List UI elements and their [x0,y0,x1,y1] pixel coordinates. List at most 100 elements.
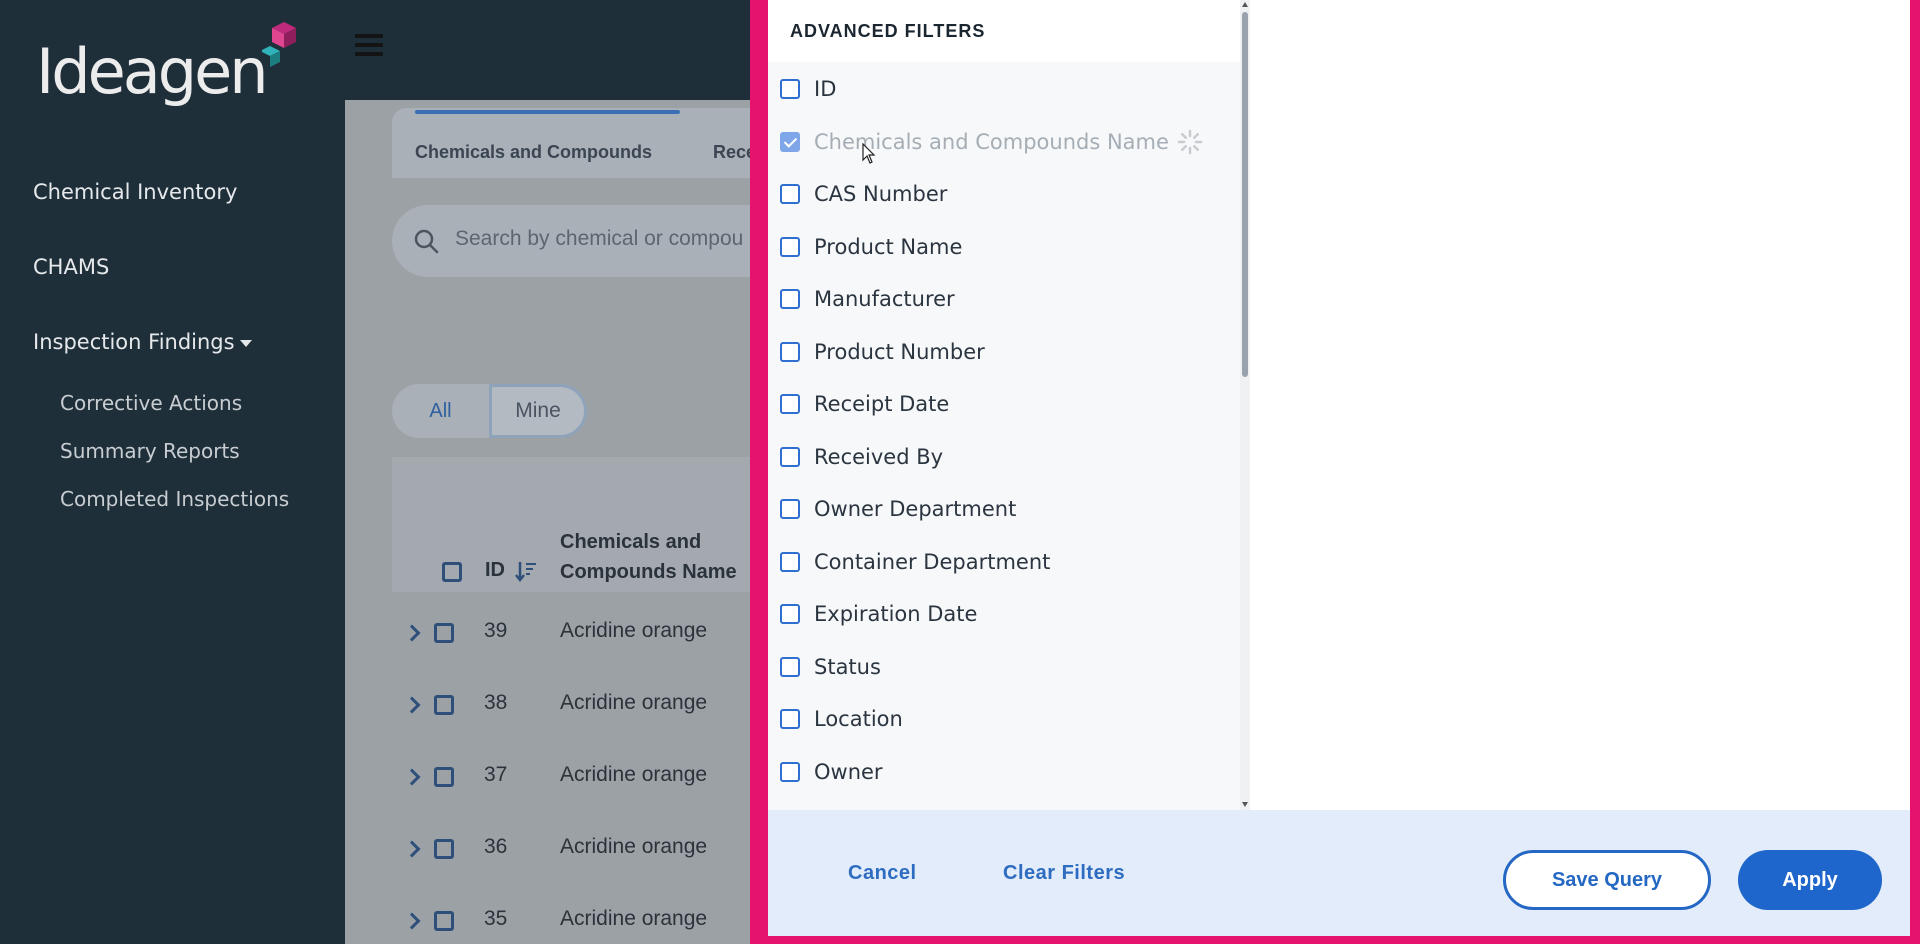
active-tab-indicator [415,110,680,114]
row-checkbox[interactable] [434,767,454,787]
select-all-checkbox[interactable] [442,562,462,582]
row-name: Acridine orange [560,907,708,930]
cancel-button[interactable]: Cancel [848,862,917,885]
filter-option-status[interactable]: Status [780,647,881,687]
filter-checkbox-checked[interactable] [780,132,800,152]
filter-option-product-number[interactable]: Product Number [780,332,985,372]
filter-label: Owner [814,760,883,784]
row-id: 35 [484,907,508,930]
filter-label: ID [814,77,837,101]
filter-option-received-by[interactable]: Received By [780,437,943,477]
scroll-up-arrow-icon[interactable] [1242,2,1248,7]
row-checkbox[interactable] [434,911,454,931]
filter-checkbox[interactable] [780,79,800,99]
column-header-id[interactable]: ID [485,559,537,582]
filter-option-owner[interactable]: Owner [780,752,883,792]
clear-filters-button[interactable]: Clear Filters [1003,862,1125,885]
sidebar-subitem-summary-reports[interactable]: Summary Reports [60,439,240,463]
filter-label: Location [814,707,903,731]
filter-option-cas-number[interactable]: CAS Number [780,174,947,214]
filter-label: Product Name [814,235,963,259]
filter-label: Status [814,655,881,679]
filter-checkbox[interactable] [780,289,800,309]
loading-spinner-icon [1177,129,1203,155]
tab-strip: Chemicals and Compounds Recei [392,108,755,178]
main-content-overlay: Chemicals and Compounds Recei Search by … [345,100,755,944]
sidebar: Ideagen Chemical Inventory CHAMS Inspect… [0,0,345,944]
filter-checkbox[interactable] [780,237,800,257]
filter-checkbox[interactable] [780,604,800,624]
table-row[interactable]: 37 Acridine orange [392,749,755,821]
table-header: ID Chemicals and Compounds Name [392,457,755,592]
sidebar-item-chams[interactable]: CHAMS [33,255,109,279]
row-name: Acridine orange [560,691,708,714]
scroll-down-arrow-icon[interactable] [1242,802,1248,807]
filter-checkbox[interactable] [780,499,800,519]
filter-checkbox[interactable] [780,447,800,467]
filter-label: Owner Department [814,497,1017,521]
save-query-button[interactable]: Save Query [1503,850,1711,910]
filter-label: Product Number [814,340,985,364]
column-header-name[interactable]: Chemicals and Compounds Name [560,527,755,587]
sidebar-subitem-corrective-actions[interactable]: Corrective Actions [60,391,242,415]
modal-footer: Cancel Clear Filters Save Query Apply [768,810,1910,936]
scrollbar-thumb[interactable] [1242,12,1248,377]
filter-list-scrollbar[interactable] [1240,0,1250,810]
sidebar-item-label: Inspection Findings [33,330,235,354]
advanced-filters-modal: ADVANCED FILTERS ID Chemicals and Compou… [750,0,1920,944]
filter-option-product-name[interactable]: Product Name [780,227,962,267]
filter-checkbox[interactable] [780,552,800,572]
filter-checkbox[interactable] [780,762,800,782]
toggle-all-button[interactable]: All [392,384,489,438]
filter-checkbox[interactable] [780,657,800,677]
filter-list-panel: ADVANCED FILTERS ID Chemicals and Compou… [768,0,1240,810]
filter-panel-header: ADVANCED FILTERS [768,0,1240,62]
row-checkbox[interactable] [434,623,454,643]
filter-label: Manufacturer [814,287,955,311]
row-id: 37 [484,763,508,786]
tab-receipts[interactable]: Recei [713,142,755,163]
row-name: Acridine orange [560,619,708,642]
filter-option-receipt-date[interactable]: Receipt Date [780,384,949,424]
toggle-mine-button[interactable]: Mine [489,384,587,438]
mouse-cursor-icon [862,143,876,164]
filter-checkbox[interactable] [780,184,800,204]
row-checkbox[interactable] [434,839,454,859]
table-row[interactable]: 39 Acridine orange [392,605,755,677]
ideagen-logo[interactable]: Ideagen [36,20,304,110]
search-bar[interactable]: Search by chemical or compou [392,205,755,277]
expand-chevron-icon[interactable] [403,696,421,714]
filter-option-expiration-date[interactable]: Expiration Date [780,594,977,634]
table-row[interactable]: 35 Acridine orange [392,893,755,944]
filter-option-manufacturer[interactable]: Manufacturer [780,279,955,319]
expand-chevron-icon[interactable] [403,768,421,786]
expand-chevron-icon[interactable] [403,840,421,858]
tab-chemicals-and-compounds[interactable]: Chemicals and Compounds [415,142,652,163]
expand-chevron-icon[interactable] [403,912,421,930]
table-row[interactable]: 36 Acridine orange [392,821,755,893]
apply-button[interactable]: Apply [1738,850,1882,910]
filter-label: Expiration Date [814,602,978,626]
filter-option-owner-department[interactable]: Owner Department [780,489,1016,529]
filter-checkbox[interactable] [780,394,800,414]
sidebar-subitem-completed-inspections[interactable]: Completed Inspections [60,487,289,511]
search-input[interactable]: Search by chemical or compou [455,227,743,251]
filter-label: Container Department [814,550,1051,574]
search-icon [414,229,439,254]
sidebar-item-chemical-inventory[interactable]: Chemical Inventory [33,180,237,204]
modal-title: ADVANCED FILTERS [790,21,986,41]
row-checkbox[interactable] [434,695,454,715]
row-id: 38 [484,691,508,714]
hamburger-menu-icon[interactable] [355,34,383,56]
filter-checkbox[interactable] [780,709,800,729]
filter-option-container-department[interactable]: Container Department [780,542,1050,582]
filter-checkbox[interactable] [780,342,800,362]
expand-chevron-icon[interactable] [403,624,421,642]
filter-option-chemicals-and-compounds-name[interactable]: Chemicals and Compounds Name [780,122,1203,162]
sidebar-item-inspection-findings[interactable]: Inspection Findings [33,330,252,354]
filter-label: CAS Number [814,182,948,206]
table-row[interactable]: 38 Acridine orange [392,677,755,749]
filter-option-location[interactable]: Location [780,699,903,739]
sort-desc-icon [514,561,536,582]
filter-option-id[interactable]: ID [780,69,836,109]
